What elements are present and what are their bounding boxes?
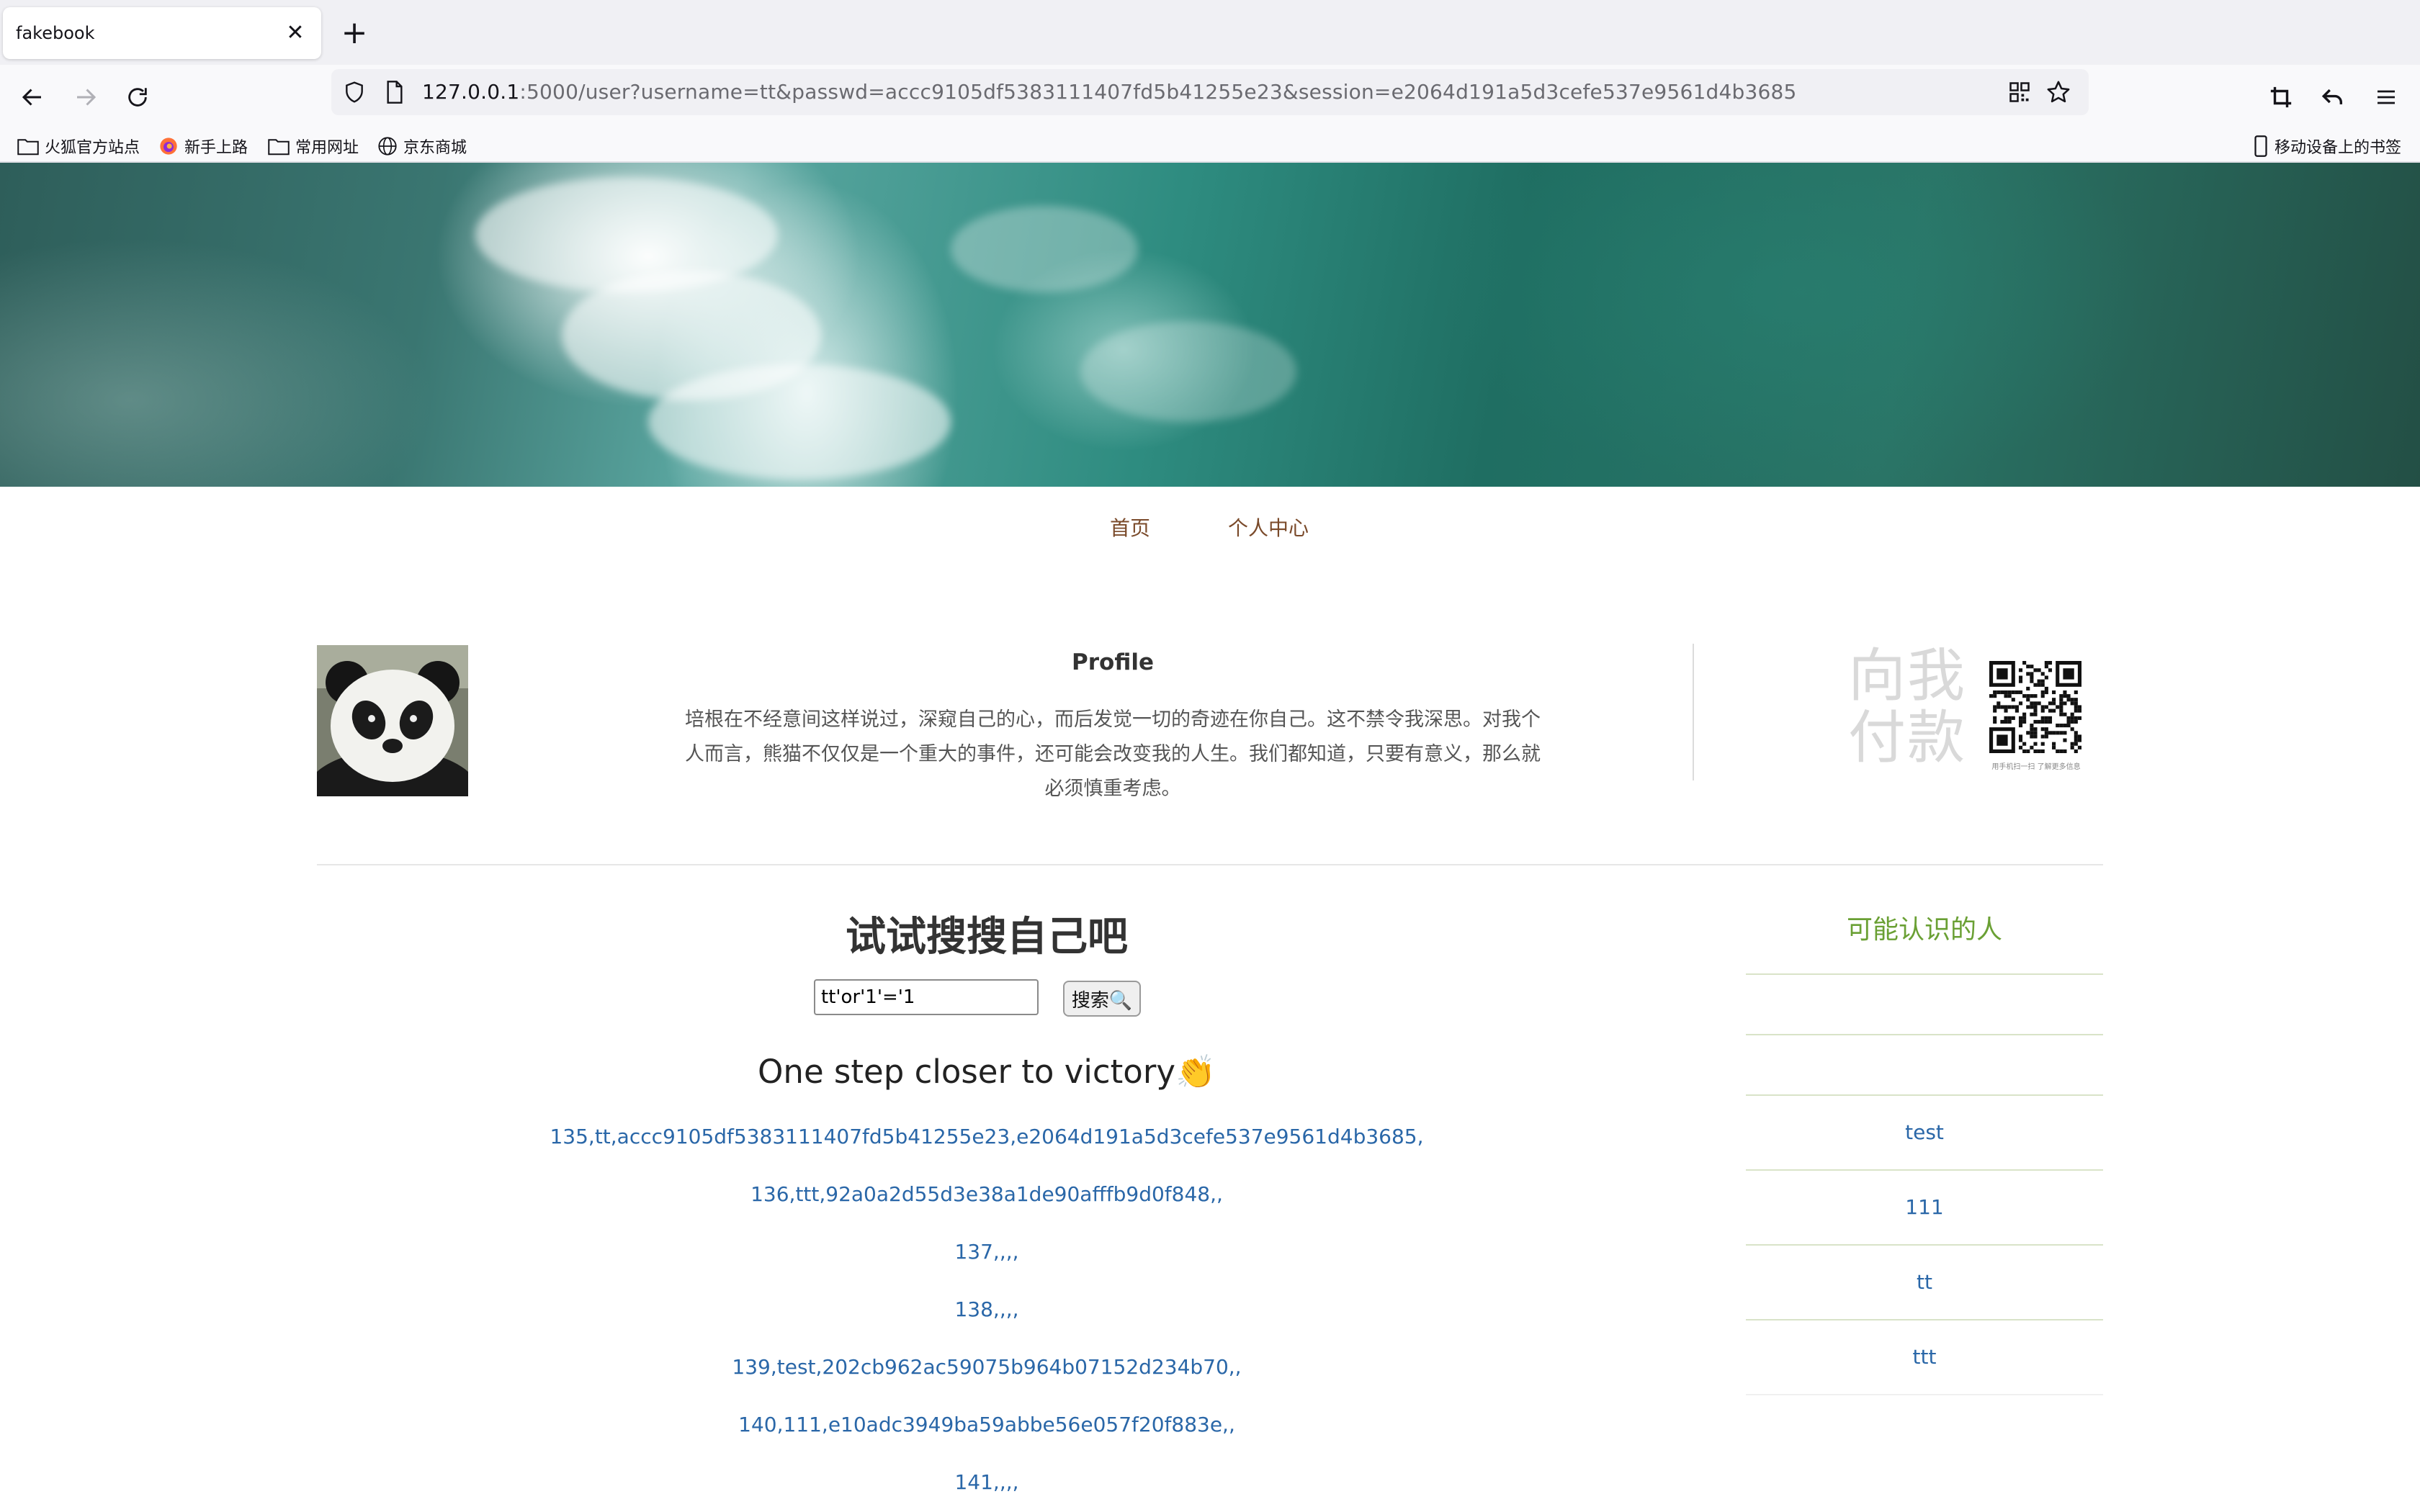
vertical-divider (1693, 644, 1694, 780)
forward-arrow-icon[interactable] (63, 75, 108, 120)
sidebar-person[interactable]: tt (1746, 1270, 2103, 1294)
plus-icon[interactable]: + (336, 14, 373, 52)
panda-avatar (317, 645, 468, 796)
bookmark-star-icon[interactable] (2044, 78, 2073, 107)
bookmark-label: 京东商城 (403, 139, 467, 157)
mobile-bookmarks[interactable]: 移动设备上的书签 (2253, 135, 2401, 157)
bookmark-folder-common[interactable]: 常用网址 (268, 135, 359, 157)
pay-line-1: 向我 (1848, 642, 1966, 709)
address-bar[interactable]: 127.0.0.1:5000/user?username=tt&passwd=a… (331, 69, 2089, 115)
bookmark-label: 常用网址 (295, 139, 359, 157)
search-input[interactable] (814, 979, 1039, 1015)
qr-code-icon[interactable] (2005, 78, 2034, 107)
search-button[interactable]: 搜索🔍 (1063, 981, 1141, 1017)
search-result-row[interactable]: 137,,,, (504, 1240, 1469, 1264)
close-icon[interactable]: ✕ (279, 17, 311, 49)
mobile-device-icon (2254, 135, 2267, 157)
shield-icon[interactable] (340, 78, 369, 107)
profile-title: Profile (1072, 649, 1154, 675)
sidebar-divider (1746, 1034, 2103, 1035)
firefox-icon (160, 138, 177, 155)
section-divider (317, 864, 2103, 865)
screenshot-crop-icon[interactable] (2259, 75, 2303, 120)
globe-icon (378, 137, 397, 156)
pay-line-2: 付款 (1848, 704, 1966, 771)
search-result-row[interactable]: 141,,,, (504, 1470, 1469, 1494)
tab-title: fakebook (16, 23, 95, 43)
bookmark-jd[interactable]: 京东商城 (377, 135, 467, 157)
undo-arrow-icon[interactable] (2311, 75, 2355, 120)
sidebar-divider (1746, 1394, 2103, 1395)
search-result-row[interactable]: 140,111,e10adc3949ba59abbe56e057f20f883e… (504, 1413, 1469, 1436)
tab-fakebook[interactable]: fakebook ✕ (3, 7, 321, 59)
ocean-banner-image (0, 163, 2420, 487)
menu-hamburger-icon[interactable] (2364, 75, 2408, 120)
url-path: :5000/user?username=tt&passwd=accc9105df… (519, 80, 1797, 104)
search-result-row[interactable]: 138,,,, (504, 1297, 1469, 1321)
nav-profile-link[interactable]: 个人中心 (1228, 513, 1309, 541)
back-arrow-icon[interactable] (10, 75, 55, 120)
tab-strip: fakebook ✕ + (0, 0, 2420, 65)
victory-message: One step closer to victory👏 (758, 1053, 1216, 1091)
search-result-row[interactable]: 135,tt,accc9105df5383111407fd5b41255e23,… (504, 1125, 1469, 1148)
url-text[interactable]: 127.0.0.1:5000/user?username=tt&passwd=a… (422, 80, 1797, 104)
search-heading: 试试搜搜自己吧 (846, 914, 1128, 960)
sidebar-divider (1746, 973, 2103, 975)
sidebar-divider (1746, 1244, 2103, 1246)
bookmark-folder-firefox[interactable]: 火狐官方站点 (17, 135, 140, 157)
pay-me-text: 向我 付款 (1848, 645, 1971, 769)
bookmark-getting-started[interactable]: 新手上路 (158, 135, 248, 157)
sidebar-divider (1746, 1094, 2103, 1096)
search-result-row[interactable]: 139,test,202cb962ac59075b964b07152d234b7… (504, 1355, 1469, 1379)
reload-icon[interactable] (115, 75, 160, 120)
page-icon[interactable] (380, 78, 409, 107)
mobile-bookmarks-label: 移动设备上的书签 (2275, 139, 2402, 157)
payment-qr-code (1989, 661, 2081, 753)
nav-home-link[interactable]: 首页 (1110, 513, 1150, 541)
bookmark-label: 新手上路 (184, 139, 248, 157)
sidebar-person[interactable]: ttt (1746, 1345, 2103, 1369)
bookmark-label: 火狐官方站点 (45, 139, 140, 157)
sidebar-person[interactable]: test (1746, 1120, 2103, 1144)
search-result-row[interactable]: 136,ttt,92a0a2d55d3e38a1de90afffb9d0f848… (504, 1182, 1469, 1206)
bookmarks-toolbar: 火狐官方站点 新手上路 常用网址 京东商城 移动设备上的书签 (0, 130, 2420, 163)
qr-caption: 用手机扫一扫 了解更多信息 (1991, 763, 2081, 771)
folder-icon (268, 139, 290, 156)
people-you-may-know-title: 可能认识的人 (1846, 915, 2002, 945)
sidebar-divider (1746, 1169, 2103, 1171)
sidebar-person[interactable]: 111 (1746, 1195, 2103, 1219)
sidebar-divider (1746, 1319, 2103, 1320)
url-host: 127.0.0.1 (422, 80, 520, 104)
folder-icon (17, 139, 39, 156)
profile-description: 培根在不经意间这样说过，深窥自己的心，而后发觉一切的奇迹在你自己。这不禁令我深思… (685, 708, 1541, 800)
